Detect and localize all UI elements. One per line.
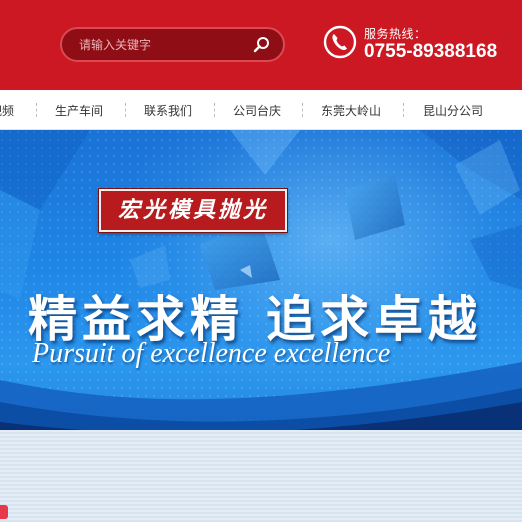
nav-divider: [403, 103, 404, 117]
nav-item-video[interactable]: 视频: [0, 90, 14, 130]
site-header: 服务热线： 0755-89388168: [0, 0, 522, 90]
nav-item-dalingshan[interactable]: 东莞大岭山: [321, 90, 381, 130]
search-box: [60, 27, 285, 62]
nav-divider: [214, 103, 215, 117]
nav-item-contact[interactable]: 联系我们: [144, 90, 192, 130]
banner-floor: [0, 430, 522, 522]
nav-item-kunshan[interactable]: 昆山分公司: [423, 90, 483, 130]
nav-divider: [125, 103, 126, 117]
hotline-number: 0755-89388168: [364, 41, 498, 62]
nav-divider: [302, 103, 303, 117]
company-logo: 宏光模具抛光: [99, 189, 287, 232]
nav-item-workshop[interactable]: 生产车间: [55, 90, 103, 130]
hero-banner: 宏光模具抛光 精益求精 追求卓越 Pursuit of excellence e…: [0, 130, 522, 522]
float-service-tab[interactable]: [0, 505, 8, 519]
search-input[interactable]: [62, 29, 252, 60]
slogan-english: Pursuit of excellence excellence: [32, 338, 391, 369]
hotline-label: 服务热线：: [364, 27, 427, 41]
main-nav: 视频 生产车间 联系我们 公司台庆 东莞大岭山 昆山分公司: [0, 90, 522, 130]
search-icon[interactable]: [253, 36, 271, 54]
nav-item-anniversary[interactable]: 公司台庆: [233, 90, 281, 130]
phone-icon: [323, 25, 357, 59]
nav-divider: [36, 103, 37, 117]
